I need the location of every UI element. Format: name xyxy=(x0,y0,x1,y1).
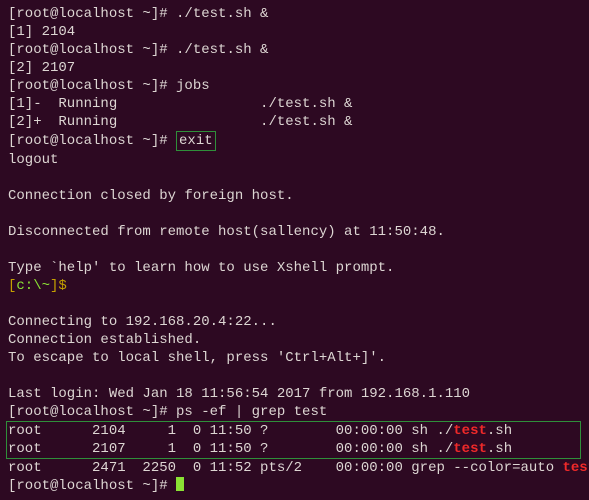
established-text: Connection established. xyxy=(8,331,581,349)
grep-match: test xyxy=(453,423,487,439)
terminal-line: [1] 2104 xyxy=(8,23,581,41)
jobs-output: [2]+ Running ./test.sh & xyxy=(8,113,581,131)
blank-line xyxy=(8,205,581,223)
grep-match: test xyxy=(453,441,487,457)
terminal-line[interactable]: [root@localhost ~]# xyxy=(8,477,581,495)
escape-text: To escape to local shell, press 'Ctrl+Al… xyxy=(8,349,581,367)
prompt: [root@localhost ~]# xyxy=(8,478,176,494)
terminal-line: [root@localhost ~]# jobs xyxy=(8,77,581,95)
prompt: [root@localhost ~]# xyxy=(8,6,176,22)
blank-line xyxy=(8,169,581,187)
command-text: ./test.sh & xyxy=(176,6,268,22)
prompt: [root@localhost ~]# xyxy=(8,78,176,94)
prompt: [root@localhost ~]# xyxy=(8,404,176,420)
local-prompt-end: ]$ xyxy=(50,278,67,294)
prompt: [root@localhost ~]# xyxy=(8,133,176,149)
exit-highlight: exit xyxy=(176,131,216,151)
jobs-output: [1]- Running ./test.sh & xyxy=(8,95,581,113)
ps-output-highlight: root 2104 1 0 11:50 ? 00:00:00 sh ./test… xyxy=(6,421,581,459)
terminal-line: [root@localhost ~]# ./test.sh & xyxy=(8,41,581,59)
ps-row: root 2107 1 0 11:50 ? 00:00:00 sh ./test… xyxy=(8,440,580,458)
help-text: Type `help' to learn how to use Xshell p… xyxy=(8,259,581,277)
terminal-line: [2] 2107 xyxy=(8,59,581,77)
terminal-line: [root@localhost ~]# exit xyxy=(8,131,581,151)
logout-text: logout xyxy=(8,151,581,169)
command-text: jobs xyxy=(176,78,210,94)
local-prompt[interactable]: [c:\~]$ xyxy=(8,277,581,295)
blank-line xyxy=(8,295,581,313)
grep-match: test xyxy=(563,460,589,476)
command-text: ./test.sh & xyxy=(176,42,268,58)
connecting-text: Connecting to 192.168.20.4:22... xyxy=(8,313,581,331)
ps-row: root 2104 1 0 11:50 ? 00:00:00 sh ./test… xyxy=(8,422,580,440)
terminal-line: [root@localhost ~]# ps -ef | grep test xyxy=(8,403,581,421)
disconnected-text: Disconnected from remote host(sallency) … xyxy=(8,223,581,241)
ps-row: root 2471 2250 0 11:52 pts/2 00:00:00 gr… xyxy=(8,459,581,477)
terminal-line: [root@localhost ~]# ./test.sh & xyxy=(8,5,581,23)
connection-closed: Connection closed by foreign host. xyxy=(8,187,581,205)
prompt: [root@localhost ~]# xyxy=(8,42,176,58)
last-login: Last login: Wed Jan 18 11:56:54 2017 fro… xyxy=(8,385,581,403)
cursor-icon xyxy=(176,477,184,491)
blank-line xyxy=(8,241,581,259)
local-prompt-path: c:\~ xyxy=(16,278,50,294)
blank-line xyxy=(8,367,581,385)
command-text: ps -ef | grep test xyxy=(176,404,327,420)
